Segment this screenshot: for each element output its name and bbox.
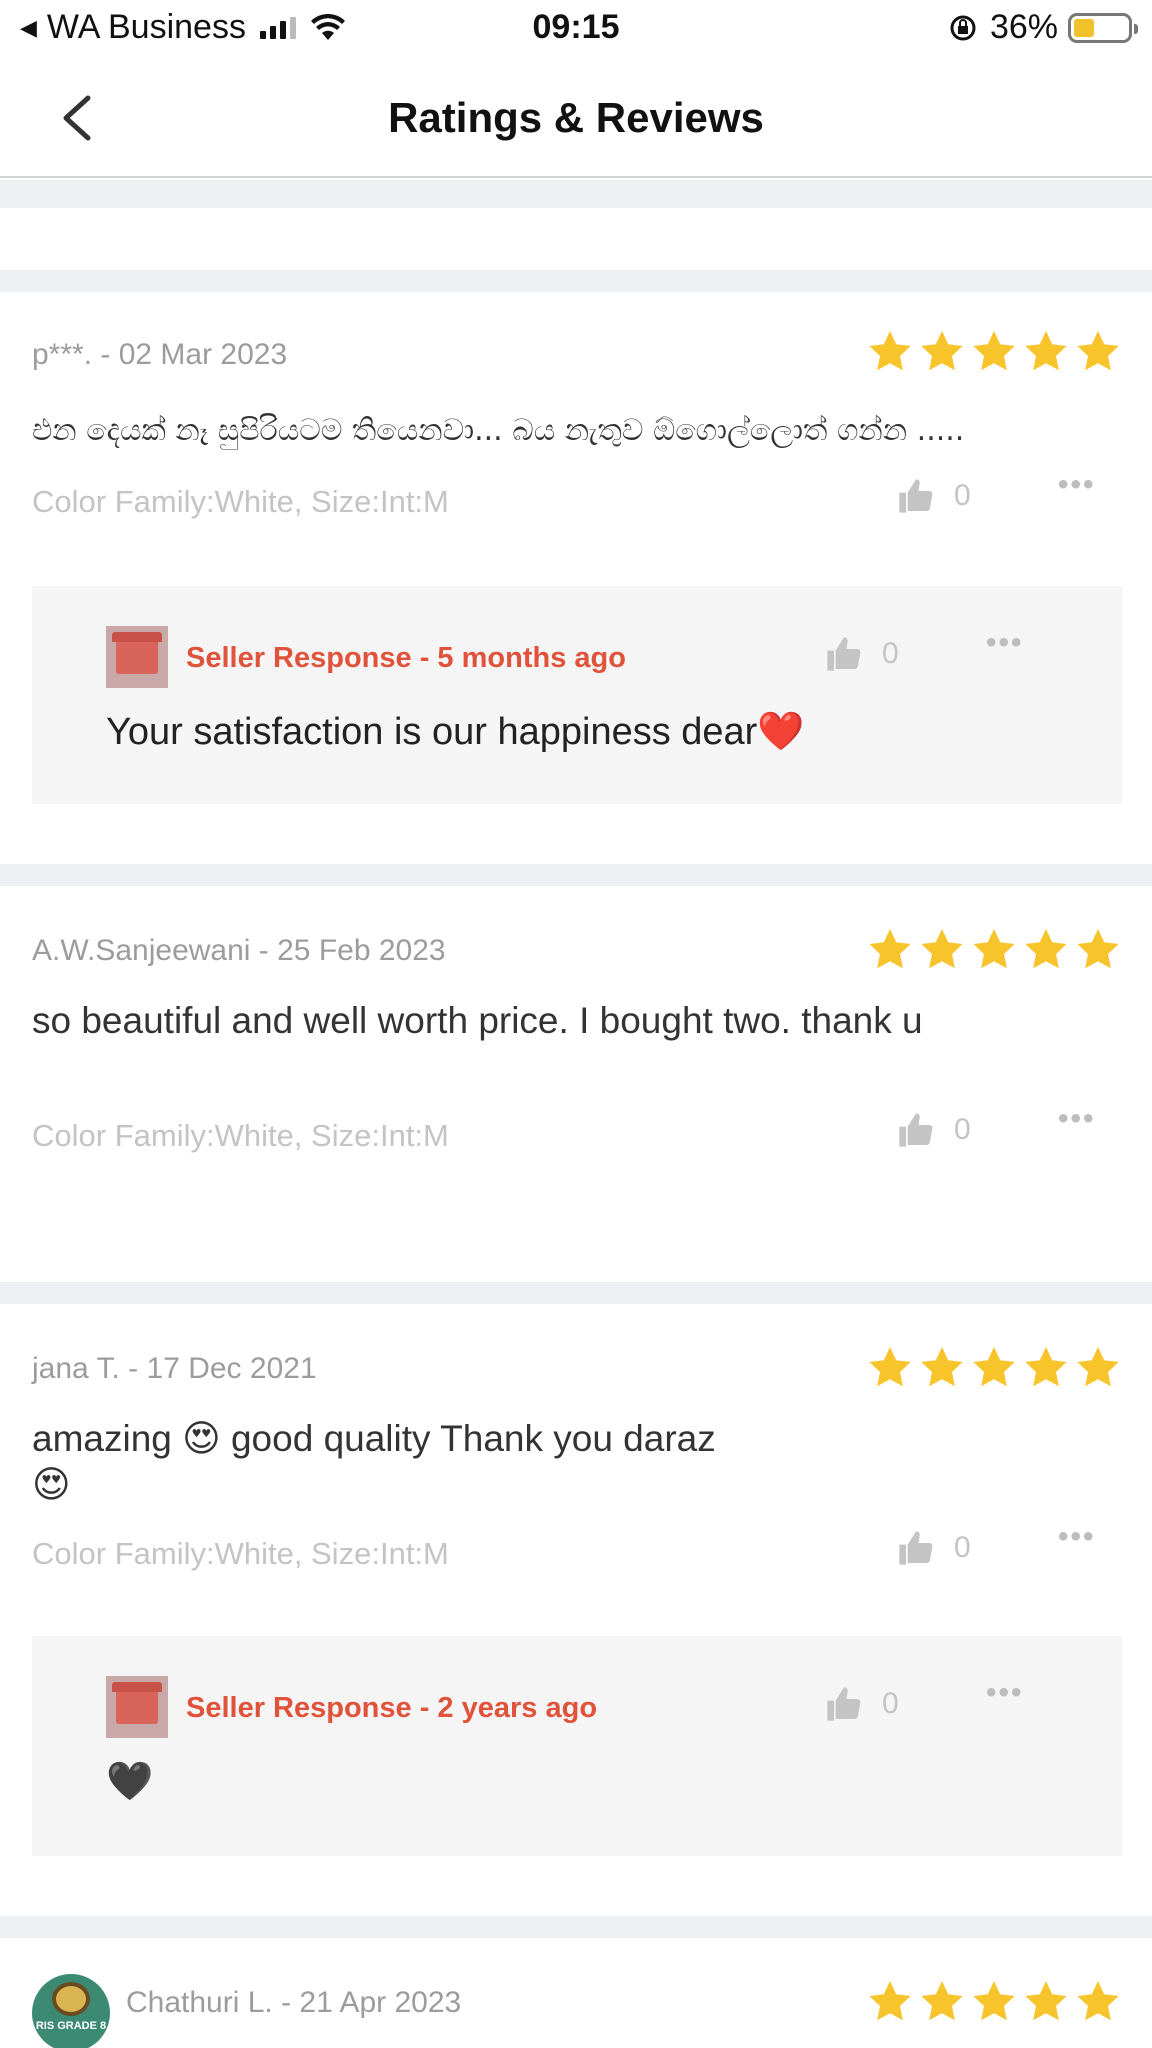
status-right: 36%	[948, 8, 1138, 47]
more-options-button[interactable]: •••	[986, 626, 1024, 660]
review-card: p***. - 02 Mar 2023 එන දෙයක් නෑ සුපිරියට…	[0, 292, 1152, 864]
like-count: 0	[882, 1687, 899, 1720]
thumbs-up-icon	[899, 479, 933, 513]
section-divider	[0, 270, 1152, 292]
star-rating	[866, 926, 1122, 974]
star-icon	[1025, 1981, 1067, 2021]
star-icon	[1025, 331, 1067, 371]
star-icon	[1077, 1347, 1119, 1387]
shop-icon	[106, 1676, 168, 1738]
review-card: A.W.Sanjeewani - 25 Feb 2023 so beautifu…	[0, 886, 1152, 1282]
review-text-continued: 😍	[32, 1464, 71, 1505]
avatar: RIS GRADE 8	[32, 1974, 110, 2048]
seller-response: Seller Response - 5 months ago 0 ••• You…	[32, 586, 1122, 804]
thumbs-up-icon	[899, 1113, 933, 1147]
more-options-button[interactable]: •••	[1058, 1520, 1096, 1554]
like-count: 0	[954, 1113, 971, 1146]
star-icon	[869, 1981, 911, 2021]
star-icon	[973, 929, 1015, 969]
nav-bar: Ratings & Reviews	[0, 60, 1152, 178]
star-icon	[973, 1347, 1015, 1387]
review-meta: A.W.Sanjeewani - 25 Feb 2023	[32, 934, 446, 967]
thumbs-up-icon	[827, 1687, 861, 1721]
seller-response-text: Your satisfaction is our happiness dear❤…	[106, 711, 805, 753]
star-icon	[869, 1347, 911, 1387]
star-icon	[1077, 331, 1119, 371]
like-count: 0	[954, 1531, 971, 1564]
review-text: amazing 😍 good quality Thank you daraz	[32, 1418, 716, 1459]
like-button[interactable]: 0	[824, 1684, 899, 1724]
like-button[interactable]: 0	[896, 1528, 971, 1568]
section-divider	[0, 864, 1152, 886]
sku-info: Color Family:White, Size:Int:M	[32, 1536, 449, 1571]
star-icon	[921, 1347, 963, 1387]
star-icon	[973, 331, 1015, 371]
review-text: so beautiful and well worth price. I bou…	[32, 1000, 923, 1041]
sku-info: Color Family:White, Size:Int:M	[32, 484, 449, 519]
sku-info: Color Family:White, Size:Int:M	[32, 1118, 449, 1153]
star-icon	[1025, 1347, 1067, 1387]
section-divider	[0, 1916, 1152, 1938]
avatar-text: RIS GRADE 8	[35, 2020, 107, 2032]
review-meta: jana T. - 17 Dec 2021	[32, 1352, 317, 1385]
review-text: එන දෙයක් නෑ සුපිරියටම තියෙනවා... බය නැතු…	[32, 413, 965, 448]
like-count: 0	[954, 479, 971, 512]
status-bar: ◀ WA Business 09:15 36%	[0, 0, 1152, 60]
star-icon	[869, 331, 911, 371]
review-card: jana T. - 17 Dec 2021 amazing 😍 good qua…	[0, 1304, 1152, 1916]
more-options-button[interactable]: •••	[986, 1676, 1024, 1710]
star-icon	[921, 331, 963, 371]
star-icon	[1025, 929, 1067, 969]
like-button[interactable]: 0	[896, 476, 971, 516]
review-card: RIS GRADE 8 Chathuri L. - 21 Apr 2023	[0, 1938, 1152, 2048]
battery-percent: 36%	[989, 8, 1058, 46]
section-divider	[0, 180, 1152, 208]
like-button[interactable]: 0	[896, 1110, 971, 1150]
star-icon	[973, 1981, 1015, 2021]
like-button[interactable]: 0	[824, 634, 899, 674]
star-icon	[921, 929, 963, 969]
star-icon	[1077, 1981, 1119, 2021]
star-rating	[866, 328, 1122, 376]
orientation-lock-icon	[950, 15, 976, 40]
star-icon	[1077, 929, 1119, 969]
review-meta: Chathuri L. - 21 Apr 2023	[126, 1986, 462, 2019]
shop-icon	[106, 626, 168, 688]
seller-response-label: Seller Response - 2 years ago	[186, 1692, 598, 1724]
star-icon	[869, 929, 911, 969]
review-meta: p***. - 02 Mar 2023	[32, 338, 288, 371]
star-rating	[866, 1978, 1122, 2026]
battery-icon	[1068, 12, 1138, 43]
section-divider	[0, 1282, 1152, 1304]
more-options-button[interactable]: •••	[1058, 1102, 1096, 1136]
seller-response-text: 🖤	[106, 1761, 154, 1803]
thumbs-up-icon	[899, 1531, 933, 1565]
star-icon	[921, 1981, 963, 2021]
star-rating	[866, 1344, 1122, 1392]
more-options-button[interactable]: •••	[1058, 468, 1096, 502]
page-title: Ratings & Reviews	[388, 94, 764, 141]
like-count: 0	[882, 637, 899, 670]
seller-response: Seller Response - 2 years ago 0 ••• 🖤	[32, 1636, 1122, 1856]
thumbs-up-icon	[827, 637, 861, 671]
seller-response-label: Seller Response - 5 months ago	[186, 642, 626, 674]
